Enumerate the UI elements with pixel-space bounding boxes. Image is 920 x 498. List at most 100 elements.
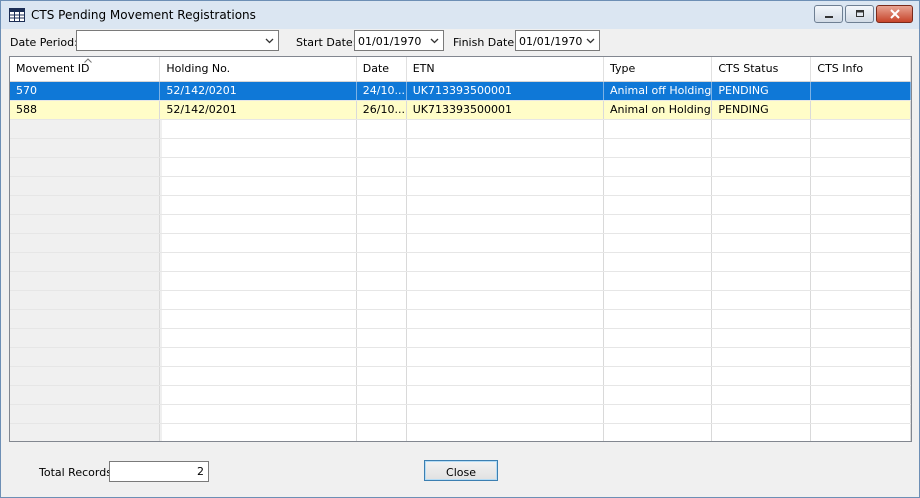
- close-window-button[interactable]: [876, 5, 913, 23]
- chevron-down-icon: [265, 38, 274, 44]
- window-title: CTS Pending Movement Registrations: [31, 8, 256, 22]
- empty-cell: [10, 423, 161, 441]
- cell-cts-info[interactable]: [810, 100, 911, 120]
- cell-type[interactable]: Animal on Holding: [603, 100, 713, 120]
- empty-cell: [10, 138, 161, 158]
- empty-cell: [603, 157, 713, 177]
- empty-cell: [10, 176, 161, 196]
- empty-cell: [406, 195, 604, 215]
- empty-cell: [406, 252, 604, 272]
- empty-cell: [810, 347, 911, 367]
- empty-cell: [603, 119, 713, 139]
- finish-date-label: Finish Date:: [453, 36, 518, 49]
- empty-row: [10, 214, 911, 234]
- empty-cell: [356, 328, 407, 348]
- column-header-type[interactable]: Type: [603, 57, 713, 82]
- column-header-date[interactable]: Date: [356, 57, 407, 82]
- sort-ascending-icon: [84, 58, 92, 63]
- empty-cell: [10, 157, 161, 177]
- table-row[interactable]: 588 52/142/0201 26/10... UK713393500001 …: [10, 100, 911, 120]
- cell-holding-no[interactable]: 52/142/0201: [159, 81, 357, 101]
- date-period-select[interactable]: [76, 30, 279, 51]
- empty-cell: [10, 271, 161, 291]
- cell-etn[interactable]: UK713393500001: [406, 81, 604, 101]
- empty-cell: [406, 404, 604, 424]
- column-header-holding-no[interactable]: Holding No.: [159, 57, 357, 82]
- empty-cell: [356, 309, 407, 329]
- cell-date[interactable]: 24/10...: [356, 81, 407, 101]
- empty-cell: [159, 347, 357, 367]
- finish-date-picker[interactable]: 01/01/1970: [515, 30, 600, 51]
- cell-cts-status[interactable]: PENDING: [711, 81, 812, 101]
- close-button[interactable]: Close: [424, 460, 498, 481]
- date-period-label: Date Period:: [10, 36, 78, 49]
- minimize-button[interactable]: [814, 5, 843, 23]
- empty-row: [10, 309, 911, 329]
- cell-etn[interactable]: UK713393500001: [406, 100, 604, 120]
- empty-cell: [159, 195, 357, 215]
- start-date-picker[interactable]: 01/01/1970: [354, 30, 444, 51]
- cell-type[interactable]: Animal off Holding: [603, 81, 713, 101]
- empty-cell: [406, 176, 604, 196]
- column-header-movement-id[interactable]: Movement ID: [10, 57, 161, 82]
- empty-cell: [356, 233, 407, 253]
- cell-movement-id[interactable]: 588: [10, 100, 161, 120]
- empty-cell: [406, 385, 604, 405]
- empty-cell: [406, 271, 604, 291]
- empty-cell: [356, 252, 407, 272]
- table-row[interactable]: 570 52/142/0201 24/10... UK713393500001 …: [10, 81, 911, 101]
- cell-movement-id[interactable]: 570: [10, 81, 161, 101]
- chevron-down-icon: [586, 38, 595, 44]
- maximize-button[interactable]: [845, 5, 874, 23]
- empty-cell: [810, 366, 911, 386]
- empty-row: [10, 176, 911, 196]
- column-header-etn[interactable]: ETN: [406, 57, 604, 82]
- empty-cell: [711, 214, 812, 234]
- cell-holding-no[interactable]: 52/142/0201: [159, 100, 357, 120]
- empty-cell: [159, 328, 357, 348]
- empty-cell: [711, 157, 812, 177]
- empty-cell: [603, 328, 713, 348]
- empty-cell: [10, 214, 161, 234]
- empty-cell: [356, 347, 407, 367]
- empty-cell: [10, 309, 161, 329]
- empty-row: [10, 138, 911, 158]
- empty-cell: [159, 385, 357, 405]
- empty-cell: [10, 385, 161, 405]
- empty-cell: [356, 423, 407, 441]
- empty-cell: [406, 214, 604, 234]
- empty-row: [10, 290, 911, 310]
- empty-row: [10, 328, 911, 348]
- empty-cell: [603, 176, 713, 196]
- empty-cell: [603, 233, 713, 253]
- empty-cell: [159, 271, 357, 291]
- title-bar[interactable]: CTS Pending Movement Registrations: [1, 1, 919, 29]
- column-header-cts-info[interactable]: CTS Info: [810, 57, 911, 82]
- empty-row: [10, 404, 911, 424]
- empty-cell: [810, 404, 911, 424]
- empty-cell: [159, 214, 357, 234]
- empty-cell: [711, 347, 812, 367]
- empty-cell: [603, 138, 713, 158]
- empty-cell: [711, 176, 812, 196]
- empty-cell: [406, 233, 604, 253]
- column-header-cts-status[interactable]: CTS Status: [711, 57, 812, 82]
- cell-cts-status[interactable]: PENDING: [711, 100, 812, 120]
- cell-cts-info[interactable]: [810, 81, 911, 101]
- movements-grid[interactable]: Movement ID Holding No. Date ETN Type CT…: [9, 56, 912, 442]
- filter-bar: Date Period: Start Date: 01/01/1970 Fini…: [1, 29, 919, 54]
- empty-cell: [356, 157, 407, 177]
- finish-date-value: 01/01/1970: [519, 35, 583, 48]
- empty-cell: [603, 214, 713, 234]
- start-date-label: Start Date:: [296, 36, 357, 49]
- cell-date[interactable]: 26/10...: [356, 100, 407, 120]
- empty-cell: [10, 233, 161, 253]
- empty-cell: [159, 138, 357, 158]
- empty-cell: [711, 309, 812, 329]
- empty-row: [10, 119, 911, 139]
- empty-cell: [10, 290, 161, 310]
- empty-cell: [810, 309, 911, 329]
- empty-cell: [603, 423, 713, 441]
- empty-row: [10, 385, 911, 405]
- empty-cell: [406, 157, 604, 177]
